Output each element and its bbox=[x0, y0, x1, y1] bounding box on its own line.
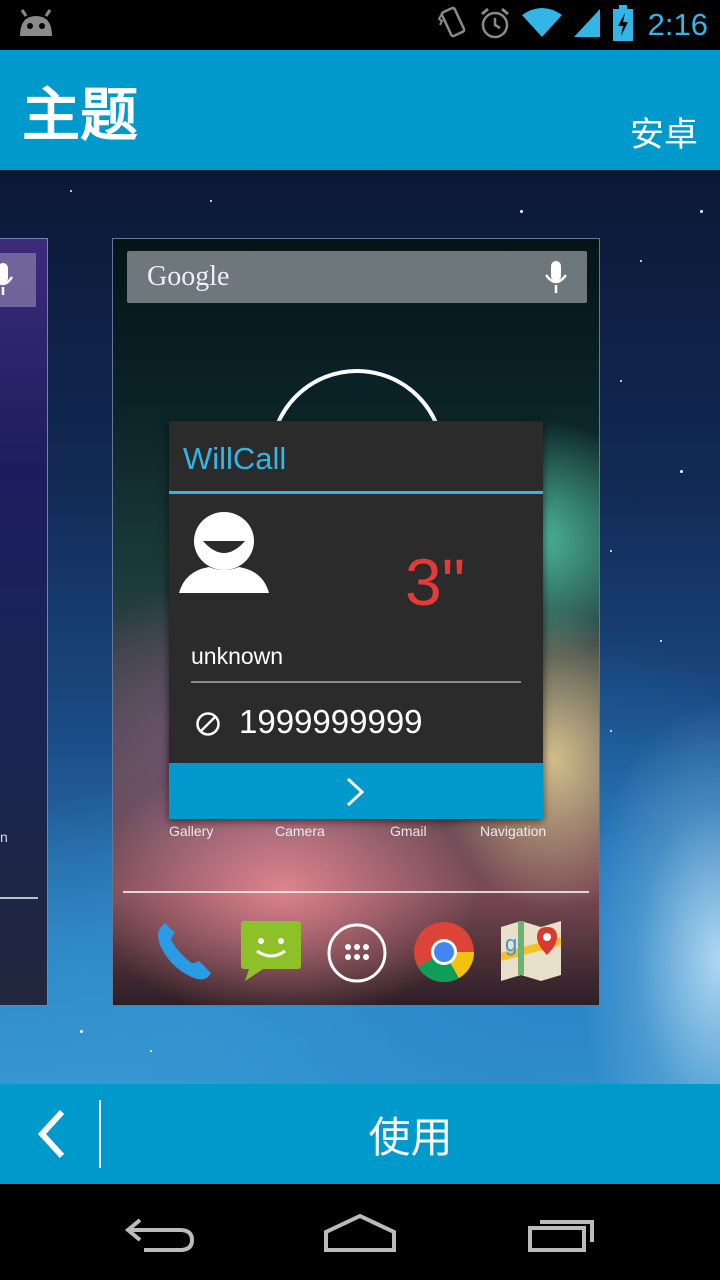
android-debug-icon bbox=[18, 8, 54, 42]
previous-theme-card[interactable]: n bbox=[0, 238, 48, 1006]
apply-button-label: 使用 bbox=[368, 1112, 453, 1162]
vibrate-icon bbox=[437, 5, 468, 45]
mic-icon bbox=[544, 261, 568, 299]
back-button[interactable] bbox=[0, 1084, 100, 1184]
nav-recent-apps-icon[interactable] bbox=[526, 1214, 600, 1258]
nav-back-icon[interactable] bbox=[124, 1214, 196, 1258]
app-label-camera: Camera bbox=[275, 823, 325, 839]
bottom-action-bar: 使用 bbox=[0, 1084, 720, 1184]
status-bar: 2:16 bbox=[0, 0, 720, 50]
clock: 2:16 bbox=[647, 7, 708, 42]
dialog-next-button[interactable] bbox=[169, 763, 543, 819]
willcall-popup: WillCall 3" unknown 1999999999 bbox=[169, 421, 543, 819]
caller-name: unknown bbox=[191, 643, 284, 669]
chevron-left-icon bbox=[36, 1108, 68, 1164]
caller-number: 1999999999 bbox=[239, 703, 423, 740]
battery-charging-icon bbox=[612, 5, 634, 45]
maps-icon: g bbox=[499, 921, 563, 985]
app-label-navigation: Navigation bbox=[480, 823, 547, 839]
apply-theme-button[interactable]: 使用 bbox=[101, 1084, 720, 1184]
hotseat-divider bbox=[123, 891, 589, 893]
wifi-icon bbox=[521, 7, 562, 43]
theme-name-label: 安卓 bbox=[630, 115, 698, 155]
messaging-icon bbox=[241, 921, 301, 987]
google-search-bar: Google bbox=[127, 251, 587, 303]
alarm-icon bbox=[478, 6, 512, 44]
chrome-icon bbox=[413, 921, 475, 987]
app-label-gallery: Gallery bbox=[169, 823, 214, 839]
page-title: 主题 bbox=[22, 81, 139, 149]
svg-text:g: g bbox=[505, 931, 517, 956]
nav-home-icon[interactable] bbox=[322, 1212, 398, 1258]
contact-avatar-icon bbox=[179, 507, 269, 599]
app-label-gmail: Gmail bbox=[390, 823, 427, 839]
dialog-title-divider bbox=[169, 491, 543, 494]
call-timer: 3" bbox=[405, 545, 466, 619]
caller-name-divider bbox=[191, 681, 521, 683]
navigation-bar bbox=[0, 1184, 720, 1280]
chevron-right-icon bbox=[345, 777, 365, 811]
google-logo: Google bbox=[147, 261, 230, 292]
signal-icon bbox=[572, 7, 602, 43]
phone-icon bbox=[151, 919, 215, 987]
blocked-icon bbox=[195, 711, 221, 741]
mic-icon bbox=[0, 263, 14, 301]
dialog-title: WillCall bbox=[183, 441, 287, 476]
app-drawer-icon bbox=[327, 923, 387, 987]
